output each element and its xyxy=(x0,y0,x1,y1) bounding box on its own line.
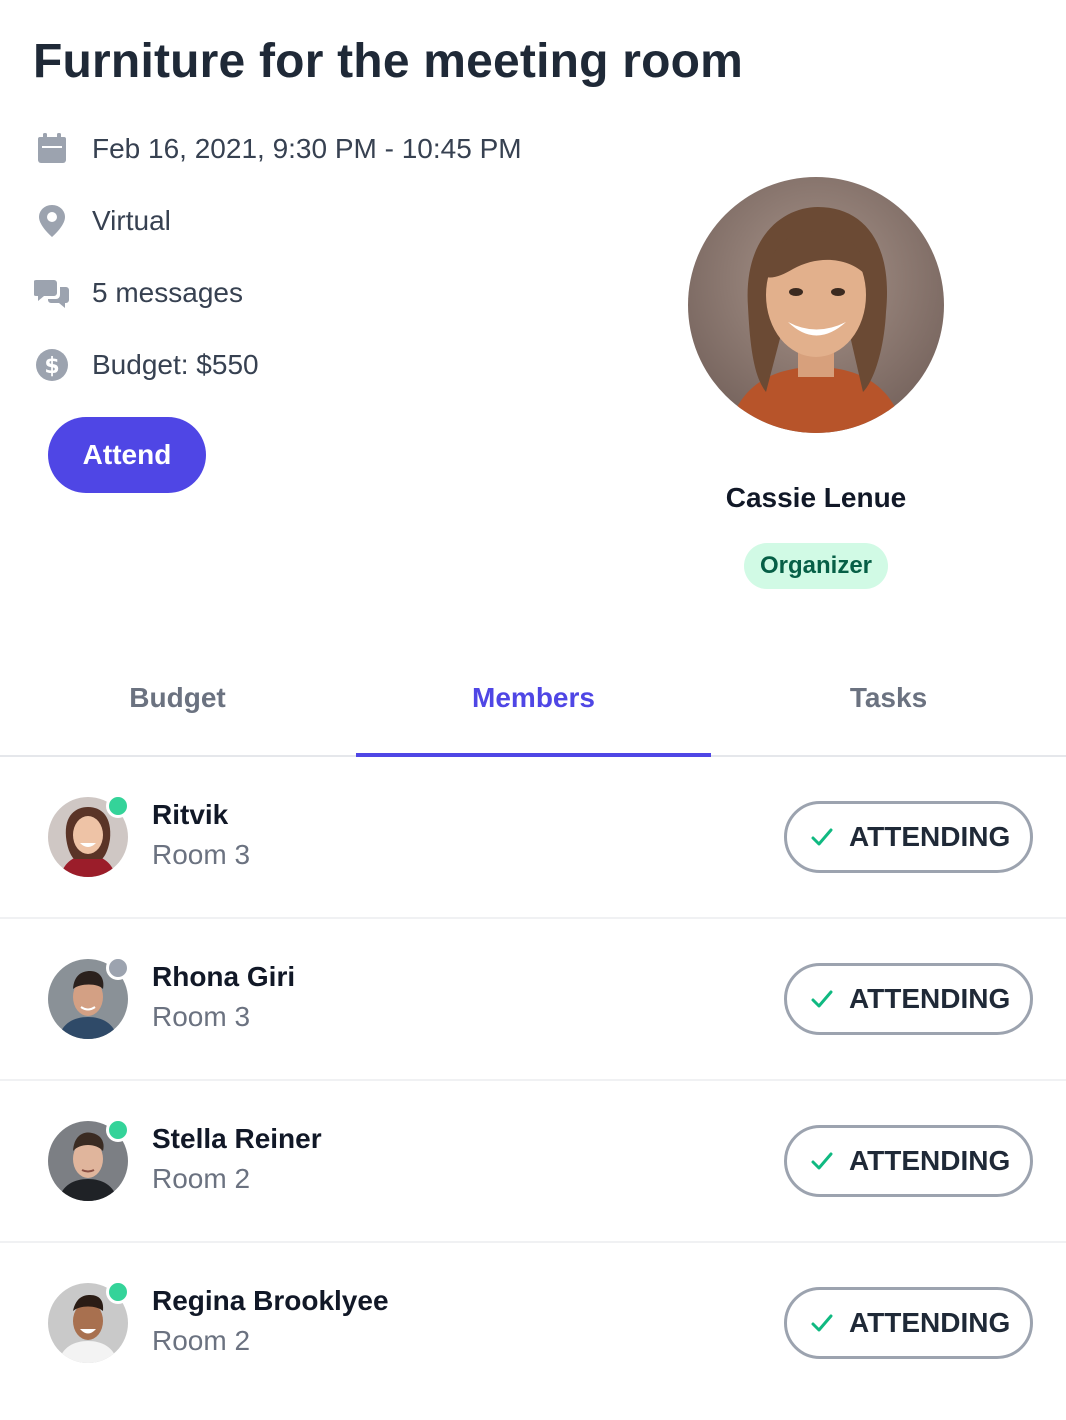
member-name: Rhona Giri xyxy=(152,961,296,992)
attending-status-button[interactable]: ATTENDING xyxy=(784,801,1033,873)
member-row: Stella Reiner Room 2 ATTENDING xyxy=(0,1081,1066,1243)
attending-label: ATTENDING xyxy=(849,1145,1011,1176)
member-row: Rhona Giri Room 3 ATTENDING xyxy=(0,919,1066,1081)
attending-label: ATTENDING xyxy=(849,983,1011,1014)
check-icon xyxy=(809,1310,835,1336)
event-budget-row: $ Budget: $550 xyxy=(33,345,259,385)
location-pin-icon xyxy=(33,202,71,240)
member-room: Room 2 xyxy=(152,1163,251,1194)
attending-label: ATTENDING xyxy=(849,821,1011,852)
attend-button[interactable]: Attend xyxy=(48,417,206,493)
member-name: Regina Brooklyee xyxy=(152,1285,389,1316)
check-icon xyxy=(809,824,835,850)
online-status-dot xyxy=(106,794,130,818)
attending-label: ATTENDING xyxy=(849,1307,1011,1338)
member-room: Room 3 xyxy=(152,1001,251,1032)
check-icon xyxy=(809,986,835,1012)
event-location: Virtual xyxy=(92,205,171,236)
event-title: Furniture for the meeting room xyxy=(33,35,744,88)
organizer-avatar xyxy=(688,177,944,433)
attending-status-button[interactable]: ATTENDING xyxy=(784,1287,1033,1359)
member-room: Room 2 xyxy=(152,1325,251,1356)
event-datetime: Feb 16, 2021, 9:30 PM - 10:45 PM xyxy=(92,133,522,164)
member-room: Room 3 xyxy=(152,839,251,870)
organizer-role-badge: Organizer xyxy=(744,543,888,589)
dollar-circle-icon: $ xyxy=(33,346,71,384)
tab-bar: Budget Members Tasks xyxy=(0,660,1066,757)
online-status-dot xyxy=(106,1280,130,1304)
tab-members[interactable]: Members xyxy=(356,660,711,757)
event-budget: Budget: $550 xyxy=(92,349,259,380)
member-row: Ritvik Room 3 ATTENDING xyxy=(0,757,1066,919)
svg-text:$: $ xyxy=(44,354,59,379)
member-name: Ritvik xyxy=(152,799,229,830)
member-name: Stella Reiner xyxy=(152,1123,322,1154)
chat-bubbles-icon xyxy=(33,274,71,312)
attending-status-button[interactable]: ATTENDING xyxy=(784,963,1033,1035)
event-card: Furniture for the meeting room Feb 16, 2… xyxy=(0,0,1066,1420)
tab-tasks[interactable]: Tasks xyxy=(711,660,1066,757)
event-messages-row[interactable]: 5 messages xyxy=(33,273,243,313)
event-location-row: Virtual xyxy=(33,201,171,241)
check-icon xyxy=(809,1148,835,1174)
offline-status-dot xyxy=(106,956,130,980)
organizer-name: Cassie Lenue xyxy=(725,482,907,513)
attending-status-button[interactable]: ATTENDING xyxy=(784,1125,1033,1197)
event-messages: 5 messages xyxy=(92,277,243,308)
event-date-row: Feb 16, 2021, 9:30 PM - 10:45 PM xyxy=(33,129,522,169)
calendar-icon xyxy=(33,130,71,168)
tab-budget[interactable]: Budget xyxy=(0,660,355,757)
member-row: Regina Brooklyee Room 2 ATTENDING xyxy=(0,1243,1066,1405)
online-status-dot xyxy=(106,1118,130,1142)
